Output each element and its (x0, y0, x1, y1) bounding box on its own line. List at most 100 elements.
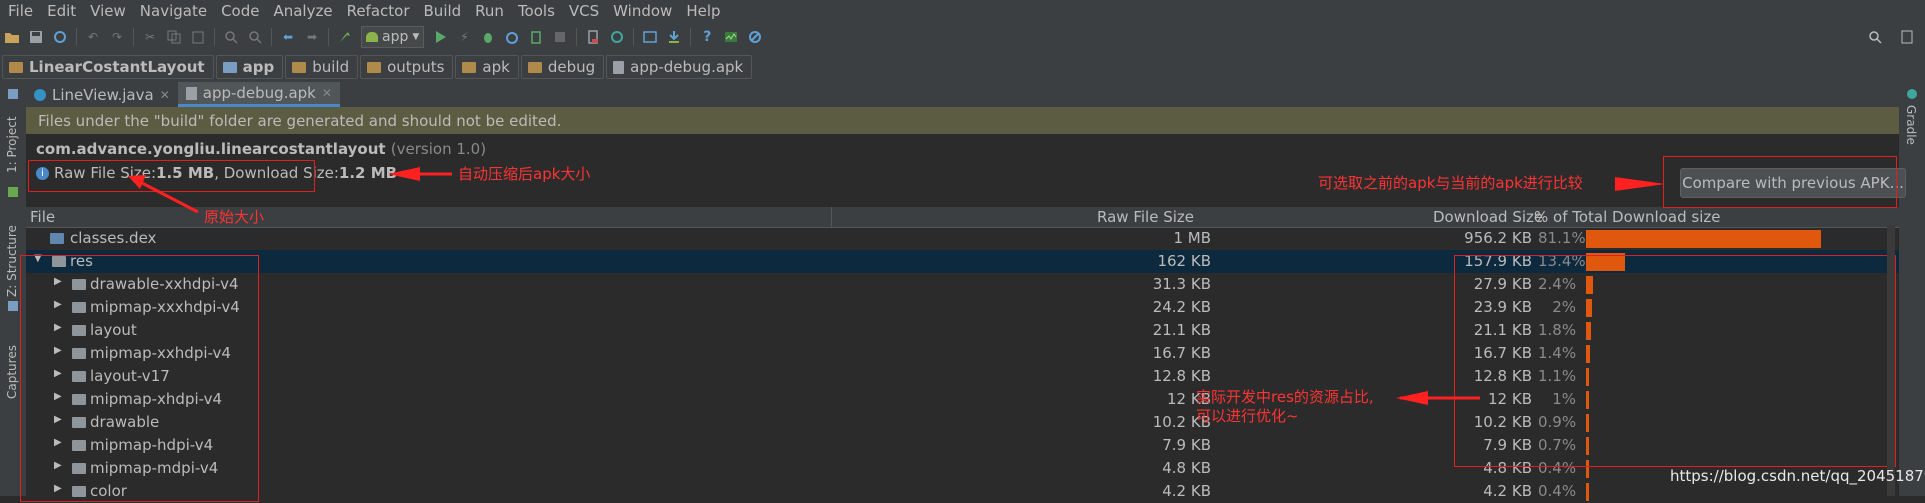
compare-button-highlight (1663, 156, 1897, 208)
save-icon[interactable] (28, 29, 44, 45)
help-icon[interactable]: ? (699, 29, 715, 45)
breadcrumb-debug[interactable]: debug (520, 55, 605, 79)
toolbar-separator (76, 28, 77, 46)
breadcrumb: LinearCostantLayout app build outputs ap… (0, 53, 1925, 81)
breadcrumb-build[interactable]: build (285, 55, 359, 79)
project-tool-button[interactable]: 1: Project (5, 116, 19, 173)
menu-view[interactable]: View (82, 2, 132, 20)
close-icon[interactable]: ✕ (160, 88, 170, 102)
breadcrumb-apk-file[interactable]: app-debug.apk (606, 55, 753, 79)
tab-label: LineView.java (52, 85, 154, 104)
apk-file-icon (185, 86, 197, 100)
event-log-icon[interactable] (1899, 29, 1915, 45)
menu-file[interactable]: File (0, 2, 39, 20)
menu-window[interactable]: Window (605, 2, 678, 20)
menu-run[interactable]: Run (467, 2, 510, 20)
structure-tool-icon[interactable] (8, 187, 18, 197)
menu-bar: File Edit View Navigate Code Analyze Ref… (0, 0, 1925, 21)
menu-tools[interactable]: Tools (510, 2, 561, 20)
package-label: com.advance.yongliu.linearcostantlayout (36, 140, 386, 158)
row-raw-size: 31.3 KB (1152, 275, 1211, 293)
attach-debugger-icon[interactable] (528, 29, 544, 45)
gradle-tool-button[interactable]: Gradle (1904, 105, 1918, 145)
debug-icon[interactable] (480, 29, 496, 45)
gradle-sync-icon[interactable] (609, 29, 625, 45)
folder-icon (222, 61, 237, 73)
profile-icon[interactable] (504, 29, 520, 45)
menu-build[interactable]: Build (416, 2, 468, 20)
row-raw-size: 7.9 KB (1162, 436, 1211, 454)
annotation-compressed-size: 自动压缩后apk大小 (458, 165, 591, 183)
breadcrumb-outputs[interactable]: outputs (360, 55, 454, 79)
toolbar-separator (690, 28, 692, 46)
size-bar (1586, 230, 1822, 248)
folder-icon (527, 61, 542, 73)
forward-icon[interactable]: ➡ (304, 29, 320, 45)
avd-manager-icon[interactable] (585, 29, 601, 45)
apply-changes-icon[interactable]: ⚡ (456, 29, 472, 45)
table-row[interactable]: ▶ color 4.2 KB 4.2 KB 0.4% (26, 480, 1899, 503)
annotation-original-size: 原始大小 (204, 208, 265, 226)
table-row[interactable]: classes.dex 1 MB 956.2 KB 81.1% (26, 227, 1899, 250)
row-download-size: 4.2 KB (1483, 482, 1532, 500)
sync-icon[interactable] (52, 29, 68, 45)
menu-navigate[interactable]: Navigate (132, 2, 213, 20)
make-project-icon[interactable] (337, 29, 353, 45)
row-percent: 0.4% (1538, 482, 1577, 500)
toolbar-separator (271, 28, 272, 46)
folder-icon (367, 61, 382, 73)
project-structure-icon[interactable] (642, 29, 658, 45)
no-entry-icon[interactable] (747, 29, 763, 45)
undo-icon[interactable]: ↶ (85, 29, 101, 45)
find-icon[interactable] (223, 29, 239, 45)
gradle-tool-icon[interactable] (1907, 89, 1917, 99)
table-header: File Raw File Size Download Size % of To… (26, 206, 1899, 228)
stop-icon[interactable] (552, 29, 568, 45)
monitor-icon[interactable] (723, 29, 739, 45)
run-config-label: app (382, 29, 409, 45)
breadcrumb-apk[interactable]: apk (455, 55, 519, 79)
menu-analyze[interactable]: Analyze (265, 2, 338, 20)
menu-vcs[interactable]: VCS (561, 2, 605, 20)
search-everywhere-icon[interactable] (1867, 29, 1883, 45)
breadcrumb-label: outputs (387, 58, 445, 76)
apk-analyzer: com.advance.yongliu.linearcostantlayout … (20, 134, 1906, 502)
redo-icon[interactable]: ↷ (109, 29, 125, 45)
tab-app-debug-apk[interactable]: app-debug.apk ✕ (177, 82, 340, 107)
column-file[interactable]: File (30, 208, 55, 226)
close-icon[interactable]: ✕ (322, 86, 332, 100)
vertical-scrollbar[interactable] (1887, 225, 1895, 496)
column-download-size[interactable]: Download Size (1433, 208, 1543, 226)
open-folder-icon[interactable] (4, 29, 20, 45)
run-icon[interactable] (432, 29, 448, 45)
project-tool-icon[interactable] (8, 89, 18, 99)
column-raw-file-size[interactable]: Raw File Size (1097, 208, 1194, 226)
menu-edit[interactable]: Edit (39, 2, 82, 20)
tab-lineview-java[interactable]: LineView.java ✕ (26, 82, 178, 107)
structure-tool-button[interactable]: Z: Structure (5, 225, 19, 297)
row-percent: 81.1% (1538, 229, 1586, 247)
sdk-manager-icon[interactable] (666, 29, 682, 45)
captures-tool-icon[interactable] (8, 301, 18, 311)
res-tree-highlight (20, 255, 259, 502)
paste-icon[interactable] (190, 29, 206, 45)
column-percent-total[interactable]: % of Total Download size (1534, 208, 1720, 226)
menu-code[interactable]: Code (213, 2, 265, 20)
breadcrumb-label: LinearCostantLayout (29, 58, 205, 76)
breadcrumb-app[interactable]: app (215, 55, 284, 79)
breadcrumb-project[interactable]: LinearCostantLayout (2, 55, 214, 79)
copy-icon[interactable] (166, 29, 182, 45)
run-config-select[interactable]: app ▼ (361, 26, 425, 48)
replace-icon[interactable] (247, 29, 263, 45)
back-icon[interactable]: ⬅ (280, 29, 296, 45)
folder-icon (292, 61, 307, 73)
menu-help[interactable]: Help (678, 2, 726, 20)
res-sizes-highlight (1454, 255, 1896, 467)
folder-icon (9, 61, 23, 73)
captures-tool-button[interactable]: Captures (5, 345, 19, 399)
toolbar-separator (328, 28, 329, 46)
cut-icon[interactable]: ✂ (142, 29, 158, 45)
menu-refactor[interactable]: Refactor (339, 2, 416, 20)
row-name: classes.dex (70, 229, 157, 247)
dex-file-icon (50, 233, 64, 244)
